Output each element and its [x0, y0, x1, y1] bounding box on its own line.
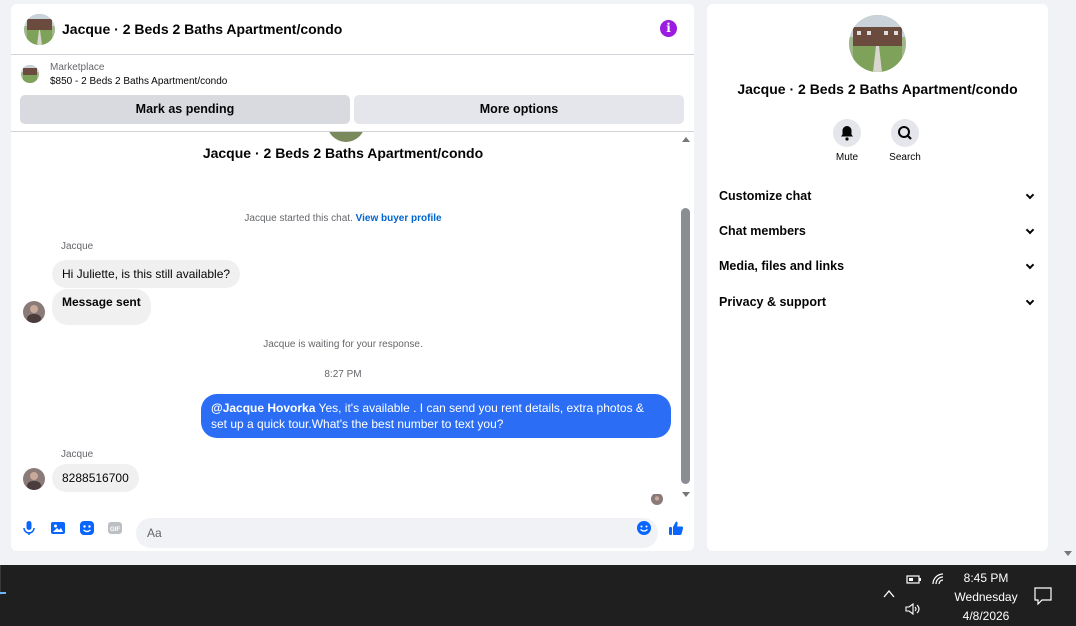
chat-header: Jacque · 2 Beds 2 Baths Apartment/condo … — [11, 4, 694, 55]
svg-text:GIF: GIF — [110, 527, 120, 533]
system-clock[interactable]: 8:45 PM Wednesday 4/8/2026 — [948, 569, 1024, 626]
page-scroll-down-arrow[interactable] — [1064, 551, 1072, 556]
avatar[interactable] — [23, 301, 45, 323]
mark-pending-button[interactable]: Mark as pending — [20, 95, 350, 124]
clock-day: Wednesday — [954, 590, 1018, 604]
section-label: Media, files and links — [719, 259, 845, 273]
chat-title[interactable]: Jacque · 2 Beds 2 Baths Apartment/condo — [62, 21, 342, 37]
microphone-icon[interactable] — [21, 520, 37, 536]
listing-avatar-large[interactable] — [849, 15, 906, 72]
listing-price[interactable]: $850 - 2 Beds 2 Baths Apartment/condo — [50, 76, 227, 87]
mention[interactable]: @Jacque Hovorka — [211, 401, 315, 415]
message-list: Jacque · 2 Beds 2 Baths Apartment/condo … — [11, 132, 694, 509]
listing-bar: Marketplace $850 - 2 Beds 2 Baths Apartm… — [11, 55, 694, 132]
chevron-down-icon — [1025, 225, 1035, 234]
gif-icon[interactable]: GIF — [107, 520, 123, 536]
listing-category: Marketplace — [50, 62, 105, 73]
customize-chat-section[interactable]: Customize chat — [719, 186, 1037, 206]
taskbar: 8:45 PM Wednesday 4/8/2026 — [0, 565, 1076, 626]
incoming-message[interactable]: 8288516700 — [52, 464, 139, 492]
privacy-support-section[interactable]: Privacy & support — [719, 292, 1037, 312]
waiting-note: Jacque is waiting for your response. — [263, 339, 423, 350]
image-icon[interactable] — [50, 520, 66, 536]
mute-button[interactable]: Mute — [822, 119, 872, 163]
outgoing-message[interactable]: @Jacque Hovorka Yes, it's available . I … — [201, 394, 671, 438]
search-label: Search — [889, 152, 921, 163]
incoming-message[interactable]: Hi Juliette, is this still available? — [52, 260, 241, 288]
message-sender: Jacque — [61, 241, 94, 252]
bell-icon[interactable] — [833, 119, 861, 147]
section-label: Privacy & support — [719, 295, 826, 309]
listing-thumbnail[interactable] — [21, 65, 39, 83]
chevron-down-icon — [1025, 190, 1035, 199]
listing-actions: Mark as pending More options — [20, 95, 684, 124]
chevron-down-icon — [1025, 296, 1035, 305]
taskbar-app-slot[interactable] — [0, 565, 6, 595]
media-files-links-section[interactable]: Media, files and links — [719, 256, 1037, 276]
chat-members-section[interactable]: Chat members — [719, 221, 1037, 241]
chevron-up-icon[interactable] — [883, 589, 895, 599]
view-buyer-profile-link[interactable]: View buyer profile — [356, 213, 442, 224]
section-label: Chat members — [719, 224, 806, 238]
search-icon[interactable] — [891, 119, 919, 147]
listing-avatar[interactable] — [24, 13, 55, 45]
notification-icon[interactable] — [1034, 587, 1052, 605]
conversation-title: Jacque · 2 Beds 2 Baths Apartment/condo — [202, 145, 484, 161]
chat-started-text: Jacque started this chat. — [244, 213, 353, 224]
seen-avatar — [651, 493, 663, 505]
conversation-avatar — [327, 132, 365, 142]
info-icon[interactable]: i — [660, 20, 677, 37]
scroll-up-arrow[interactable] — [682, 137, 690, 142]
scrollbar-thumb[interactable] — [681, 208, 690, 484]
emoji-icon[interactable] — [636, 520, 652, 536]
chat-started-note: Jacque started this chat. View buyer pro… — [11, 213, 675, 224]
message-sender: Jacque — [61, 449, 94, 460]
mute-label: Mute — [835, 152, 859, 163]
panel-title: Jacque · 2 Beds 2 Baths Apartment/condo — [737, 81, 1018, 97]
section-label: Customize chat — [719, 189, 812, 203]
thumbs-up-icon[interactable] — [668, 520, 684, 536]
scroll-down-arrow[interactable] — [682, 492, 690, 497]
avatar[interactable] — [23, 468, 45, 490]
composer: GIF Aa — [11, 509, 694, 551]
chevron-down-icon — [1025, 260, 1035, 269]
taskbar-active-indicator — [0, 592, 6, 594]
sticker-icon[interactable] — [79, 520, 95, 536]
scrollbar[interactable] — [681, 134, 691, 509]
more-options-button[interactable]: More options — [354, 95, 684, 124]
message-sent-bubble[interactable]: Message sent — [52, 289, 151, 325]
chat-details-panel: Jacque · 2 Beds 2 Baths Apartment/condo … — [707, 4, 1048, 551]
clock-date: 4/8/2026 — [962, 609, 1010, 623]
clock-time: 8:45 PM — [963, 571, 1009, 585]
wifi-icon[interactable] — [931, 572, 947, 586]
message-timestamp: 8:27 PM — [324, 369, 362, 380]
message-input[interactable]: Aa — [136, 518, 658, 548]
battery-icon[interactable] — [906, 573, 922, 585]
search-button[interactable]: Search — [880, 119, 930, 163]
chat-panel: Jacque · 2 Beds 2 Baths Apartment/condo … — [11, 4, 694, 551]
volume-icon[interactable] — [905, 602, 923, 616]
